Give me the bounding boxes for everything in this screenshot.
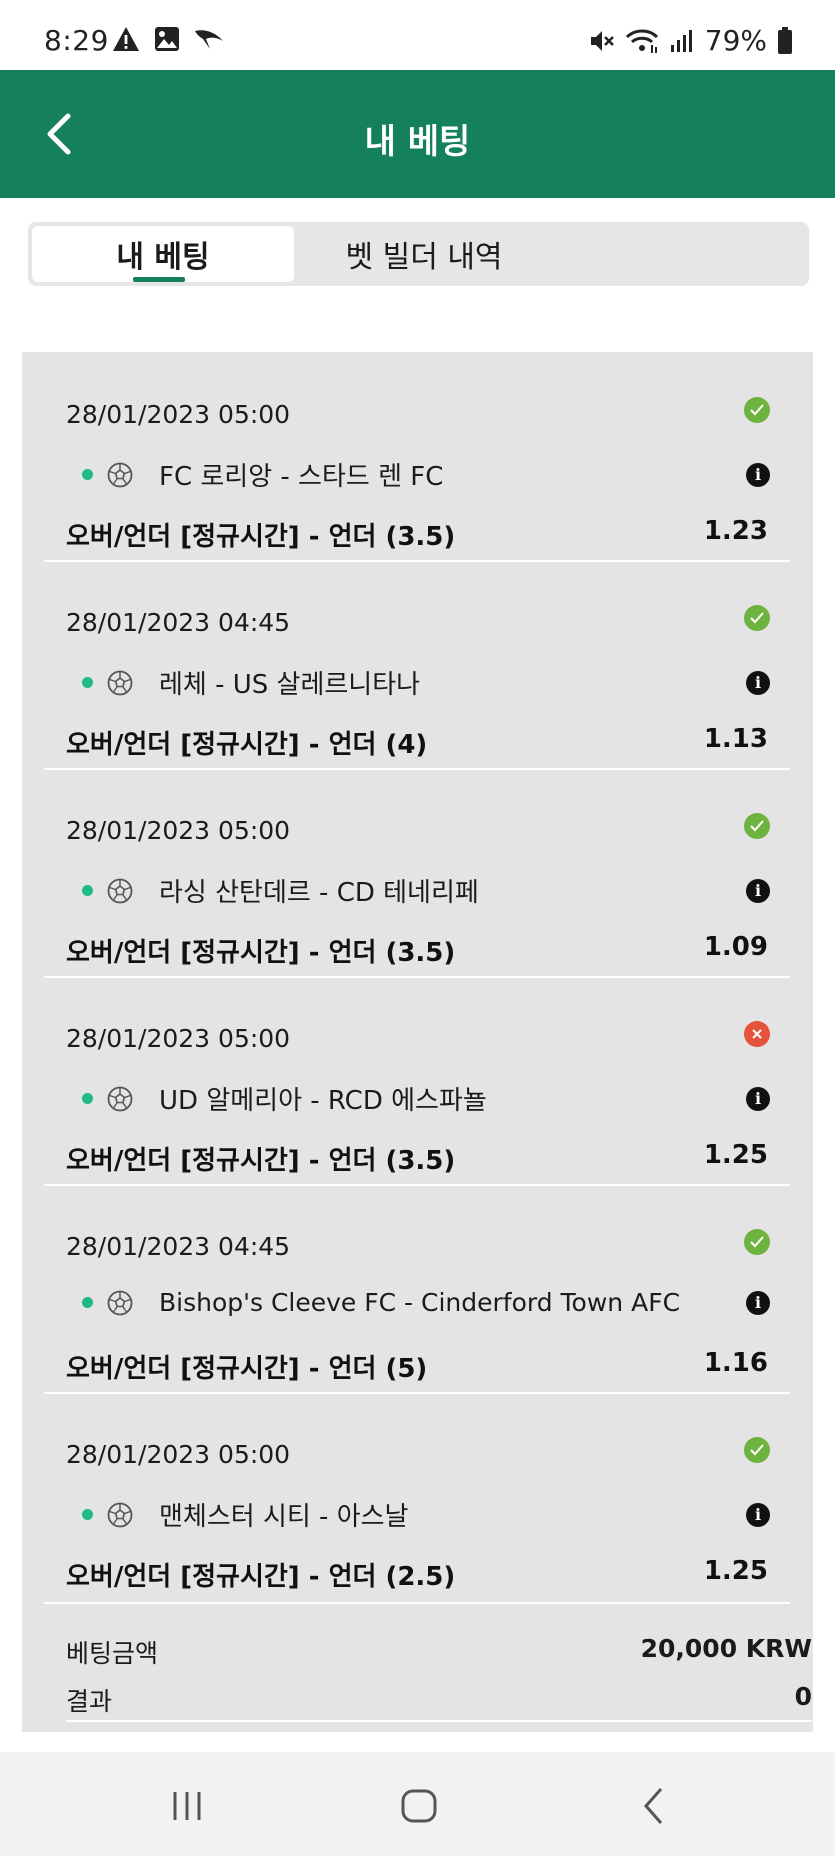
live-dot: [82, 1093, 93, 1104]
system-back-button[interactable]: [624, 1782, 684, 1830]
live-dot: [82, 1297, 93, 1308]
recent-apps-icon: [173, 1792, 201, 1820]
tab-bar: 내 베팅 벳 빌더 내역: [28, 222, 809, 286]
bet-odds: 1.25: [703, 1556, 768, 1586]
live-dot: [82, 1509, 93, 1520]
page-title: 내 베팅: [364, 122, 471, 162]
summary-divider: [66, 1720, 812, 1722]
bet-market: 오버/언더 [정규시간] - 언더 (3.5): [66, 522, 456, 552]
recent-apps-button[interactable]: [157, 1782, 217, 1830]
status-left-icons: [112, 26, 224, 52]
bird-app-icon: [195, 30, 223, 49]
bet-odds: 1.23: [703, 516, 768, 546]
bet-odds: 1.13: [703, 724, 768, 754]
match-row: 레체 - US 살레르니타나 i: [66, 664, 790, 701]
bet-market: 오버/언더 [정규시간] - 언더 (2.5): [66, 1562, 456, 1592]
stake-value: 20,000 KRW: [640, 1634, 812, 1663]
won-check-icon: [744, 1229, 770, 1255]
signal-icon: [670, 29, 692, 52]
bet-odds: 1.25: [703, 1140, 768, 1170]
match-name: Bishop's Cleeve FC - Cinderford Town AFC: [159, 1288, 681, 1317]
bet-date: 28/01/2023 04:45: [66, 1232, 291, 1261]
bet-market: 오버/언더 [정규시간] - 언더 (5): [66, 1354, 428, 1384]
warning-icon: [113, 27, 139, 51]
active-tab-indicator: [133, 277, 185, 282]
tab-label: 내 베팅: [116, 240, 210, 275]
match-name: 라싱 산탄데르 - CD 테네리페: [159, 878, 479, 908]
soccer-ball-icon: [107, 670, 133, 695]
status-right: 79%: [589, 24, 793, 57]
match-name: UD 알메리아 - RCD 에스파뇰: [159, 1086, 487, 1116]
tab-label: 벳 빌더 내역: [345, 240, 503, 275]
match-name: 맨체스터 시티 - 아스날: [159, 1502, 409, 1532]
bet-market: 오버/언더 [정규시간] - 언더 (4): [66, 730, 428, 760]
soccer-ball-icon: [107, 1086, 133, 1111]
bet-item: 28/01/2023 05:00 맨체스터 시티 - 아스날 i 오버/언더 […: [44, 1394, 790, 1604]
soccer-ball-icon: [107, 462, 133, 487]
bet-slip-panel: 28/01/2023 05:00 FC 로리앙 - 스타드 렌 FC i 오버/…: [22, 352, 813, 1732]
live-dot: [82, 885, 93, 896]
match-row: 맨체스터 시티 - 아스날 i: [66, 1496, 790, 1533]
info-icon[interactable]: i: [746, 878, 770, 903]
app-header: 내 베팅: [0, 70, 835, 198]
match-name: FC 로리앙 - 스타드 렌 FC: [159, 462, 444, 492]
live-dot: [82, 677, 93, 688]
info-icon[interactable]: i: [746, 670, 770, 695]
won-check-icon: [744, 397, 770, 423]
lost-x-icon: [744, 1021, 770, 1047]
tab-my-bets[interactable]: 내 베팅: [32, 226, 294, 282]
bet-market: 오버/언더 [정규시간] - 언더 (3.5): [66, 1146, 456, 1176]
status-bar: 8:29 79%: [0, 0, 835, 70]
won-check-icon: [744, 1437, 770, 1463]
result-value: 0: [794, 1682, 812, 1711]
bet-date: 28/01/2023 04:45: [66, 608, 291, 637]
info-icon[interactable]: i: [746, 1502, 770, 1527]
bet-odds: 1.09: [703, 932, 768, 962]
back-icon: [643, 1788, 663, 1824]
bet-item: 28/01/2023 05:00 UD 알메리아 - RCD 에스파뇰 i 오버…: [44, 978, 790, 1186]
match-row: UD 알메리아 - RCD 에스파뇰 i: [66, 1080, 790, 1117]
bet-date: 28/01/2023 05:00: [66, 400, 291, 429]
won-check-icon: [744, 605, 770, 631]
mute-icon: [590, 30, 614, 51]
status-time: 8:29: [44, 24, 109, 57]
bet-item: 28/01/2023 04:45 레체 - US 살레르니타나 i 오버/언더 …: [44, 562, 790, 770]
bet-date: 28/01/2023 05:00: [66, 1440, 291, 1469]
bet-odds: 1.16: [703, 1348, 768, 1378]
home-icon: [401, 1789, 437, 1823]
tab-bet-builder-history[interactable]: 벳 빌더 내역: [294, 226, 554, 282]
won-check-icon: [744, 813, 770, 839]
result-row: 결과 0: [66, 1682, 812, 1716]
match-name: 레체 - US 살레르니타나: [159, 670, 421, 700]
battery-icon: [778, 26, 792, 54]
bet-item: 28/01/2023 05:00 FC 로리앙 - 스타드 렌 FC i 오버/…: [44, 352, 790, 562]
stake-label: 베팅금액: [66, 1639, 159, 1668]
live-dot: [82, 469, 93, 480]
soccer-ball-icon: [107, 1502, 133, 1527]
stake-row: 베팅금액 20,000 KRW: [66, 1634, 812, 1668]
image-icon: [155, 27, 179, 51]
bet-date: 28/01/2023 05:00: [66, 1024, 291, 1053]
soccer-ball-icon: [107, 878, 133, 903]
info-icon[interactable]: i: [746, 1086, 770, 1111]
bet-date: 28/01/2023 05:00: [66, 816, 291, 845]
result-label: 결과: [66, 1687, 113, 1716]
system-nav-bar: [0, 1752, 835, 1856]
match-row: FC 로리앙 - 스타드 렌 FC i: [66, 456, 790, 493]
match-row: Bishop's Cleeve FC - Cinderford Town AFC…: [66, 1288, 790, 1317]
wifi-icon: [625, 29, 658, 53]
info-icon[interactable]: i: [746, 1290, 770, 1315]
match-row: 라싱 산탄데르 - CD 테네리페 i: [66, 872, 790, 909]
soccer-ball-icon: [107, 1290, 133, 1315]
home-button[interactable]: [389, 1782, 449, 1830]
bet-item: 28/01/2023 05:00 라싱 산탄데르 - CD 테네리페 i 오버/…: [44, 770, 790, 978]
bet-item: 28/01/2023 04:45 Bishop's Cleeve FC - Ci…: [44, 1186, 790, 1394]
bet-market: 오버/언더 [정규시간] - 언더 (3.5): [66, 938, 456, 968]
info-icon[interactable]: i: [746, 462, 770, 487]
battery-percent: 79%: [704, 24, 767, 57]
